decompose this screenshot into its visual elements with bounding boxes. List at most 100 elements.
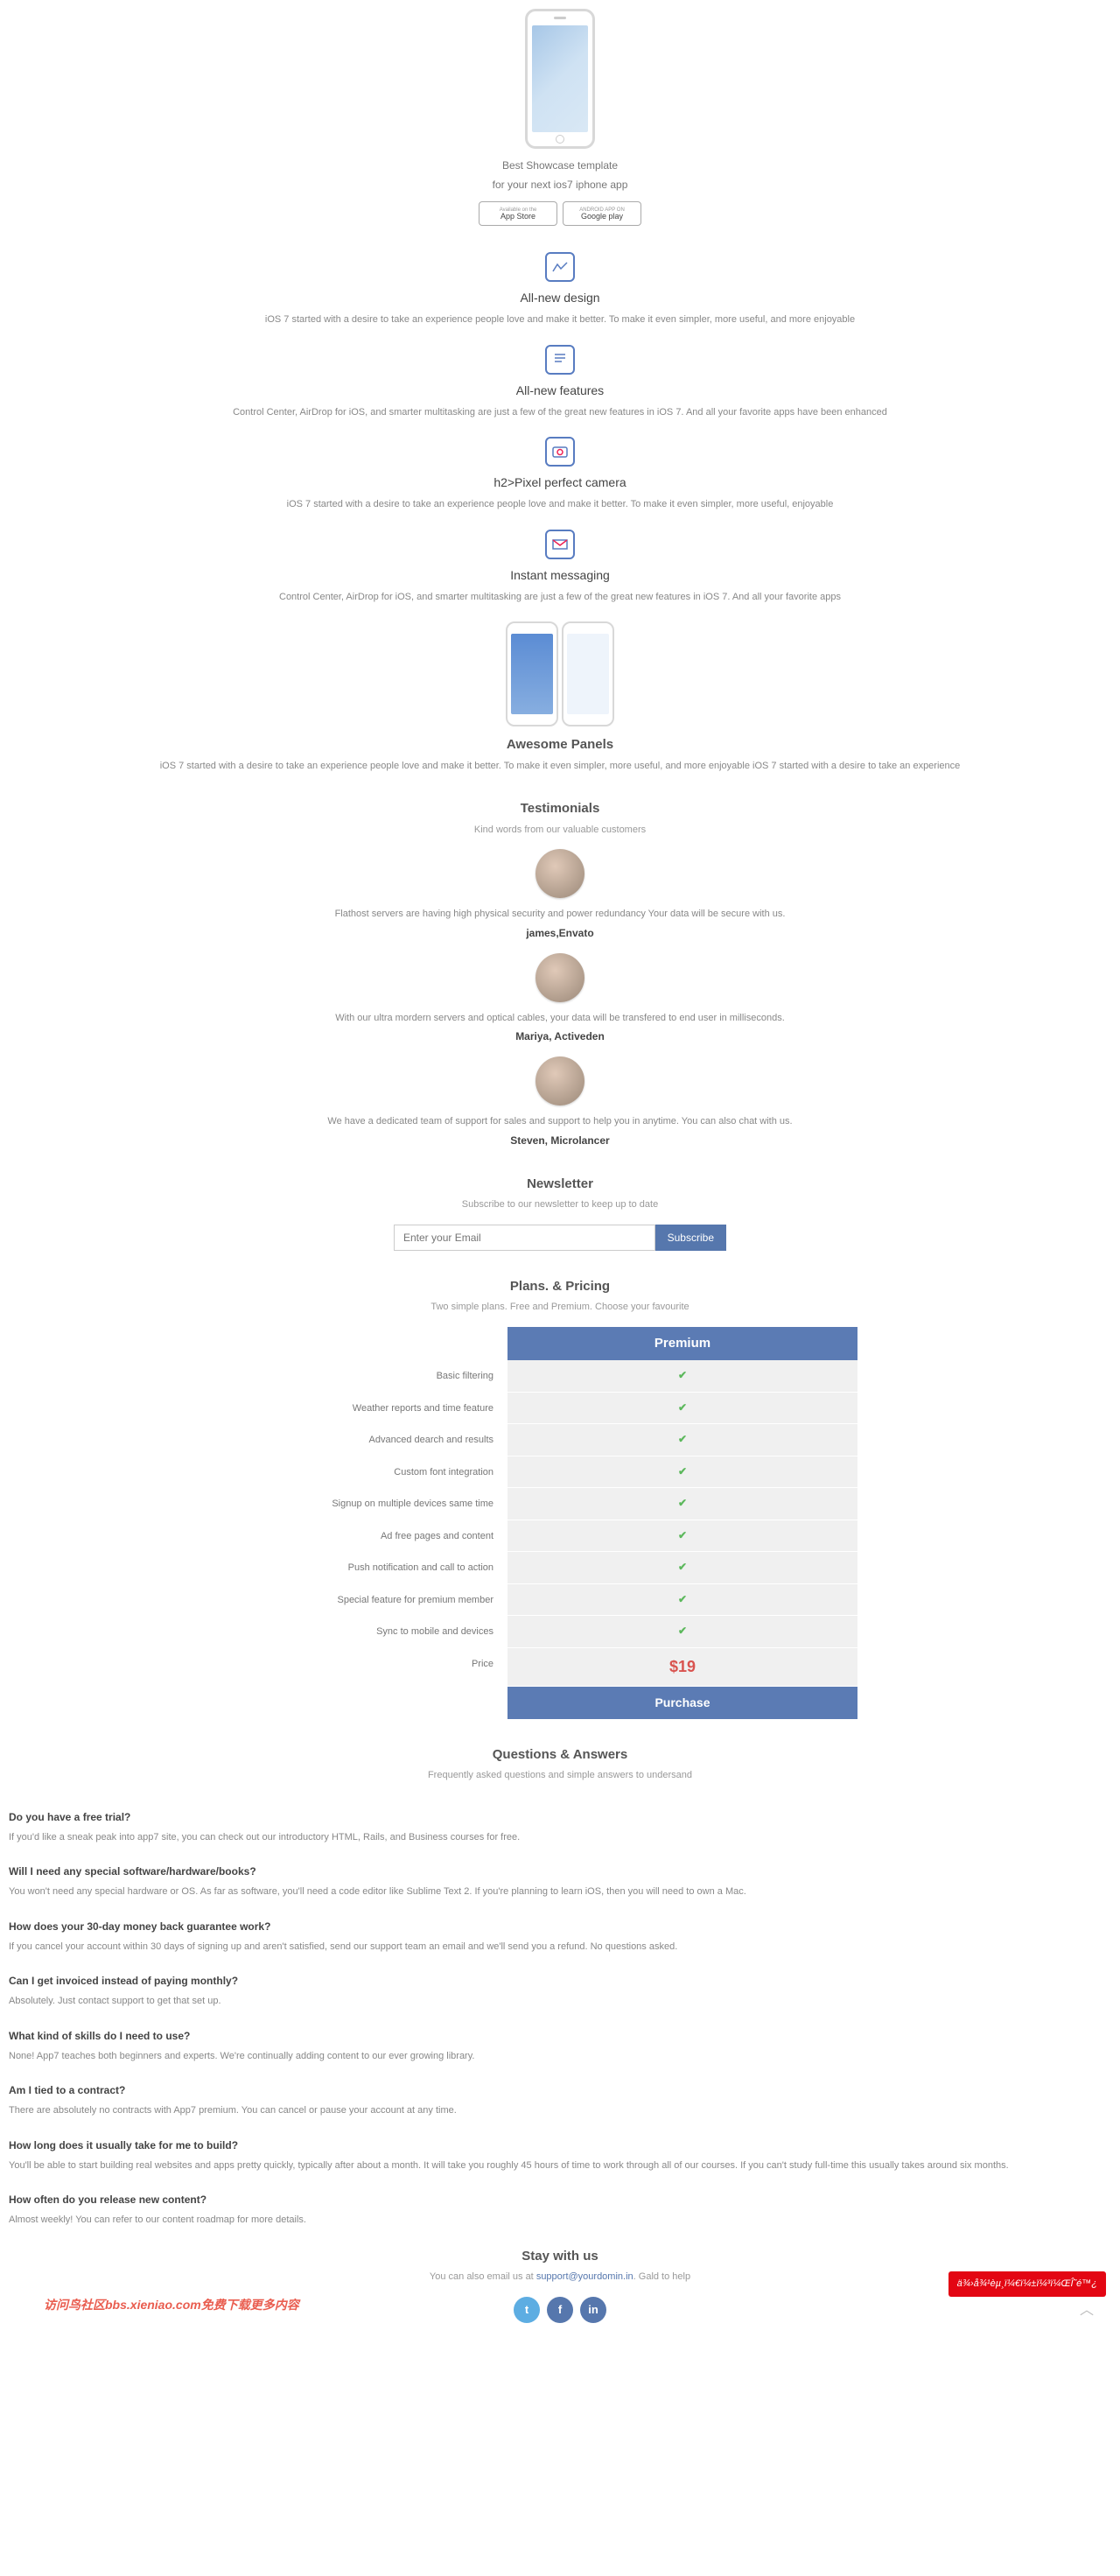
testimonials-title: Testimonials [267,799,853,819]
plan-feature-label: Basic filtering [262,1360,508,1393]
check-icon: ✔ [678,1497,687,1509]
qa-question: Am I tied to a contract? [9,2082,1111,2098]
qa-question: How often do you release new content? [9,2192,1111,2207]
feature-desc: iOS 7 started with a desire to take an e… [13,312,1107,327]
plan-feature-label: Ad free pages and content [262,1520,508,1553]
qa-answer: Almost weekly! You can refer to our cont… [9,2213,1111,2228]
plan-feature-label: Special feature for premium member [262,1584,508,1617]
avatar [536,953,584,1002]
twitter-icon[interactable]: t [514,2297,540,2323]
qa-item: What kind of skills do I need to use? Non… [9,2028,1111,2064]
premium-header: Premium [508,1327,858,1361]
check-icon: ✔ [678,1625,687,1637]
avatar [536,1056,584,1106]
plan-feature-label: Sync to mobile and devices [262,1616,508,1648]
check-icon: ✔ [678,1401,687,1414]
qa-item: Am I tied to a contract? There are absolu… [9,2082,1111,2118]
qa-sub: Frequently asked questions and simple an… [0,1768,1120,1783]
list-icon [545,345,575,375]
qa-item: How often do you release new content? Alm… [9,2192,1111,2228]
testimonial-name: james,Envato [267,925,853,941]
camera-icon [545,437,575,467]
plan-feature-cell: ✔ [508,1360,858,1393]
check-icon: ✔ [678,1529,687,1541]
testimonials-sub: Kind words from our valuable customers [267,823,853,838]
check-icon: ✔ [678,1433,687,1445]
qa-answer: Absolutely. Just contact support to get … [9,1994,1111,2009]
qa-answer: There are absolutely no contracts with A… [9,2103,1111,2118]
plans-sub: Two simple plans. Free and Premium. Choo… [0,1300,1120,1315]
panels-desc: iOS 7 started with a desire to take an e… [13,759,1107,774]
plan-feature-cell: ✔ [508,1488,858,1520]
feature-title: All-new features [13,382,1107,400]
qa-answer: You won't need any special hardware or O… [9,1885,1111,1899]
qa-item: How does your 30-day money back guarante… [9,1919,1111,1955]
plan-feature-label: Custom font integration [262,1456,508,1489]
testimonial-name: Steven, Microlancer [267,1133,853,1148]
qa-question: What kind of skills do I need to use? [9,2028,1111,2044]
plan-feature-label: Weather reports and time feature [262,1393,508,1425]
plan-feature-cell: ✔ [508,1424,858,1456]
qa-item: Do you have a free trial? If you'd like a… [9,1809,1111,1845]
testimonial-text: We have a dedicated team of support for … [267,1114,853,1129]
googleplay-button[interactable]: ANDROID APP ON Google play [563,201,641,226]
plan-feature-cell: ✔ [508,1520,858,1553]
qa-item: Will I need any special software/hardwar… [9,1864,1111,1899]
feature-desc: Control Center, AirDrop for iOS, and sma… [13,590,1107,605]
newsletter-sub: Subscribe to our newsletter to keep up t… [0,1197,1120,1212]
qa-answer: If you cancel your account within 30 day… [9,1940,1111,1955]
qa: Questions & Answers Frequently asked que… [0,1745,1120,1783]
testimonial-name: Mariya, Activeden [267,1028,853,1044]
feature-title: Instant messaging [13,566,1107,585]
qa-question: Do you have a free trial? [9,1809,1111,1825]
qa-item: How long does it usually take for me to … [9,2137,1111,2173]
email-input[interactable] [394,1225,655,1251]
qa-question: Will I need any special software/hardwar… [9,1864,1111,1879]
qa-answer: You'll be able to start building real we… [9,2158,1111,2173]
support-email-link[interactable]: support@yourdomin.in [536,2271,634,2282]
feature-desc: Control Center, AirDrop for iOS, and sma… [13,405,1107,420]
testimonial-text: With our ultra mordern servers and optic… [267,1011,853,1026]
qa-question: How does your 30-day money back guarante… [9,1919,1111,1934]
plan-feature-cell: ✔ [508,1616,858,1648]
phone-mockup [525,9,595,149]
purchase-button[interactable]: Purchase [508,1687,858,1719]
linkedin-icon[interactable]: in [580,2297,606,2323]
qa-answer: If you'd like a sneak peak into app7 sit… [9,1830,1111,1845]
stay-title: Stay with us [0,2247,1120,2267]
check-icon: ✔ [678,1593,687,1605]
hero-tagline-2: for your next ios7 iphone app [267,177,853,193]
hero-tagline-1: Best Showcase template [267,158,853,173]
qa-title: Questions & Answers [0,1745,1120,1765]
feature-desc: iOS 7 started with a desire to take an e… [13,497,1107,512]
plans-title: Plans. & Pricing [0,1277,1120,1297]
avatar [536,849,584,898]
check-icon: ✔ [678,1369,687,1381]
mail-icon [545,530,575,559]
qa-answer: None! App7 teaches both beginners and ex… [9,2049,1111,2064]
floating-badge[interactable]: ä¾›å¾¹èµ¸ï¼€ï¼±ï¼³ï¼ŒÎ˜é™¿ [948,2271,1106,2297]
design-icon [545,252,575,282]
newsletter: Newsletter Subscribe to our newsletter t… [0,1175,1120,1251]
qa-question: Can I get invoiced instead of paying mon… [9,1973,1111,1989]
feature-title: h2>Pixel perfect camera [13,474,1107,492]
plan-feature-label: Advanced dearch and results [262,1424,508,1456]
watermark-text: 访问鸟社区bbs.xieniao.com免费下载更多内容 [44,2296,299,2314]
facebook-icon[interactable]: f [547,2297,573,2323]
testimonial-text: Flathost servers are having high physica… [267,907,853,922]
two-phones-mockup [13,621,1107,726]
testimonials: Testimonials Kind words from our valuabl… [267,799,853,1148]
appstore-button[interactable]: Available on the App Store [479,201,557,226]
check-icon: ✔ [678,1561,687,1573]
plan-feature-cell: ✔ [508,1393,858,1425]
subscribe-button[interactable]: Subscribe [655,1225,726,1251]
feature-title: All-new design [13,289,1107,307]
qa-list: Do you have a free trial? If you'd like a… [9,1809,1111,2228]
plan-feature-label: Signup on multiple devices same time [262,1488,508,1520]
plan-feature-cell: ✔ [508,1552,858,1584]
qa-item: Can I get invoiced instead of paying mon… [9,1973,1111,2009]
qa-question: How long does it usually take for me to … [9,2137,1111,2153]
plan-feature-cell: ✔ [508,1584,858,1617]
scroll-top-icon[interactable]: ︿ [1080,2300,1099,2320]
plan-feature-label: Push notification and call to action [262,1552,508,1584]
